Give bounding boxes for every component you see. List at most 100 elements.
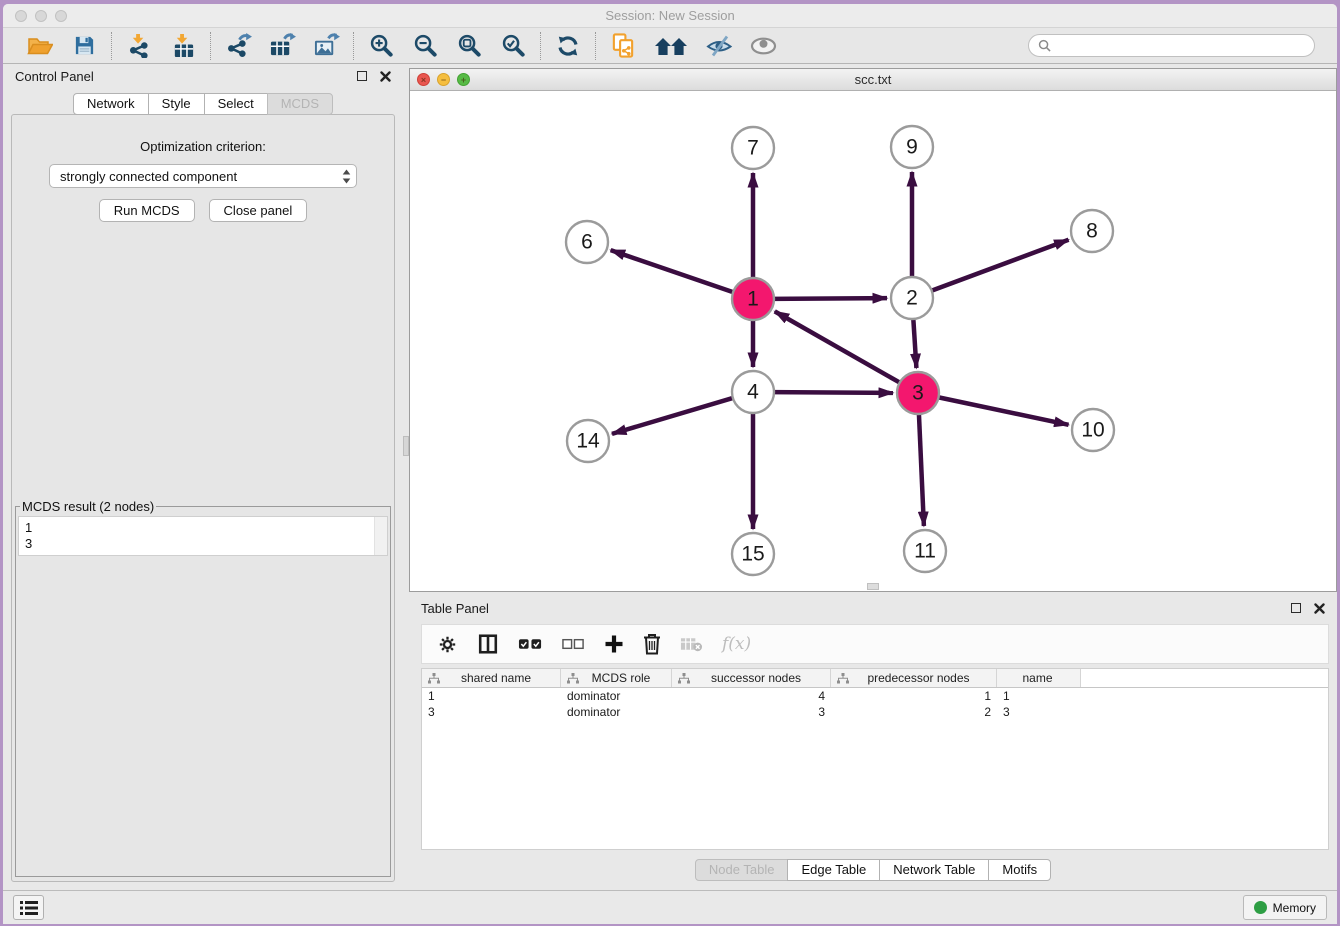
close-panel-icon[interactable] bbox=[380, 71, 391, 82]
column-header-label: MCDS role bbox=[579, 671, 671, 685]
columns-icon bbox=[477, 633, 499, 655]
export-image-button[interactable] bbox=[312, 32, 340, 60]
zoom-selected-button[interactable] bbox=[499, 32, 527, 60]
graph-edge-2-3[interactable] bbox=[913, 318, 916, 368]
function-builder-button[interactable]: f(x) bbox=[722, 634, 751, 654]
table-panel: Table Panel bbox=[409, 596, 1337, 890]
deselect-all-button[interactable] bbox=[562, 638, 585, 650]
table-row[interactable]: 1dominator411 bbox=[422, 688, 1328, 704]
sort-icon bbox=[567, 673, 579, 684]
control-panel-tabs: Network Style Select MCDS bbox=[3, 93, 403, 115]
table-cell: 1 bbox=[997, 689, 1081, 703]
import-table-icon bbox=[171, 33, 196, 58]
graph-edge-1-6[interactable] bbox=[611, 250, 734, 292]
zoom-in-button[interactable] bbox=[367, 32, 395, 60]
mcds-result-group: MCDS result (2 nodes) 1 3 bbox=[15, 499, 391, 877]
memory-label: Memory bbox=[1273, 901, 1316, 915]
sort-icon bbox=[428, 673, 440, 684]
network-maximize-button[interactable]: + bbox=[457, 73, 470, 86]
import-network-icon bbox=[127, 33, 152, 58]
table-panel-title: Table Panel bbox=[421, 601, 489, 616]
app-window: Session: New Session bbox=[3, 4, 1337, 924]
import-table-button[interactable] bbox=[169, 32, 197, 60]
refresh-icon bbox=[556, 34, 580, 58]
graph-node-label: 9 bbox=[906, 136, 918, 159]
tab-mcds[interactable]: MCDS bbox=[267, 93, 333, 115]
houses-button[interactable] bbox=[653, 32, 689, 60]
task-list-button[interactable] bbox=[13, 895, 44, 920]
table-cell: 3 bbox=[672, 705, 831, 719]
search-field[interactable] bbox=[1028, 34, 1315, 57]
unchecked-boxes-icon bbox=[562, 638, 585, 650]
network-canvas[interactable]: 7968124314101511 bbox=[410, 91, 1336, 591]
column-header-successor-nodes[interactable]: successor nodes bbox=[672, 669, 831, 687]
table-cell: 1 bbox=[422, 689, 561, 703]
column-header-shared-name[interactable]: shared name bbox=[422, 669, 561, 687]
tab-style[interactable]: Style bbox=[148, 93, 205, 115]
memory-button[interactable]: Memory bbox=[1243, 895, 1327, 920]
table-header-row: shared name MCDS rolesuccessor nodes prede… bbox=[422, 669, 1328, 688]
column-header-name[interactable]: name bbox=[997, 669, 1081, 687]
table-body: 1dominator4113dominator323 bbox=[422, 688, 1328, 849]
import-network-button[interactable] bbox=[125, 32, 153, 60]
float-panel-icon[interactable] bbox=[1291, 603, 1301, 613]
zoom-out-button[interactable] bbox=[411, 32, 439, 60]
network-graph[interactable]: 7968124314101511 bbox=[410, 91, 1336, 591]
tab-node-table[interactable]: Node Table bbox=[695, 859, 789, 881]
graph-node-label: 1 bbox=[747, 288, 759, 311]
optimization-criterion-label: Optimization criterion: bbox=[140, 139, 266, 154]
column-header-MCDS-role[interactable]: MCDS role bbox=[561, 669, 672, 687]
graph-edge-1-2[interactable] bbox=[773, 298, 887, 299]
zoom-fit-icon bbox=[457, 33, 482, 58]
network-close-button[interactable]: × bbox=[417, 73, 430, 86]
close-panel-icon[interactable] bbox=[1314, 603, 1325, 614]
close-panel-button[interactable]: Close panel bbox=[209, 199, 308, 222]
graph-edge-3-11[interactable] bbox=[919, 413, 924, 526]
export-network-button[interactable] bbox=[224, 32, 252, 60]
open-folder-icon bbox=[27, 34, 53, 58]
mcds-result-box[interactable]: 1 3 bbox=[18, 516, 388, 556]
table-settings-button[interactable] bbox=[437, 634, 458, 655]
network-view-window: scc.txt × − + 7968124314101511 bbox=[409, 68, 1337, 592]
save-icon bbox=[73, 34, 96, 57]
select-all-button[interactable] bbox=[518, 637, 543, 651]
criterion-select[interactable]: strongly connected component bbox=[49, 164, 357, 188]
export-table-button[interactable] bbox=[268, 32, 296, 60]
tab-network-table[interactable]: Network Table bbox=[879, 859, 989, 881]
graph-node-label: 14 bbox=[576, 430, 600, 453]
network-window-title: scc.txt bbox=[410, 72, 1336, 87]
copy-network-button[interactable] bbox=[609, 32, 637, 60]
graph-edge-4-3[interactable] bbox=[773, 392, 893, 393]
result-scrollbar[interactable] bbox=[374, 517, 387, 555]
result-line: 3 bbox=[25, 536, 381, 552]
delete-row-button[interactable] bbox=[643, 633, 661, 655]
refresh-button[interactable] bbox=[554, 32, 582, 60]
table-tabs: Node Table Edge Table Network Table Moti… bbox=[409, 850, 1337, 890]
graph-node-label: 10 bbox=[1081, 419, 1104, 442]
zoom-fit-button[interactable] bbox=[455, 32, 483, 60]
save-session-button[interactable] bbox=[70, 32, 98, 60]
tab-network[interactable]: Network bbox=[73, 93, 149, 115]
delete-table-button[interactable] bbox=[680, 636, 703, 652]
column-header-label: predecessor nodes bbox=[849, 671, 996, 685]
show-columns-button[interactable] bbox=[477, 633, 499, 655]
show-details-button[interactable] bbox=[749, 32, 777, 60]
network-splitter-grip[interactable] bbox=[867, 583, 879, 590]
add-row-button[interactable] bbox=[604, 634, 624, 654]
graph-edge-4-14[interactable] bbox=[612, 398, 734, 434]
graph-edge-2-8[interactable] bbox=[931, 240, 1069, 291]
export-image-icon bbox=[313, 33, 340, 58]
hide-details-button[interactable] bbox=[705, 32, 733, 60]
network-minimize-button[interactable]: − bbox=[437, 73, 450, 86]
open-session-button[interactable] bbox=[26, 32, 54, 60]
table-row[interactable]: 3dominator323 bbox=[422, 704, 1328, 720]
tab-edge-table[interactable]: Edge Table bbox=[787, 859, 880, 881]
graph-edge-3-1[interactable] bbox=[775, 311, 901, 383]
graph-edge-3-10[interactable] bbox=[938, 397, 1069, 425]
zoom-selected-icon bbox=[501, 33, 526, 58]
float-panel-icon[interactable] bbox=[357, 71, 367, 81]
tab-motifs[interactable]: Motifs bbox=[988, 859, 1051, 881]
run-mcds-button[interactable]: Run MCDS bbox=[99, 199, 195, 222]
tab-select[interactable]: Select bbox=[204, 93, 268, 115]
column-header-predecessor-nodes[interactable]: predecessor nodes bbox=[831, 669, 997, 687]
